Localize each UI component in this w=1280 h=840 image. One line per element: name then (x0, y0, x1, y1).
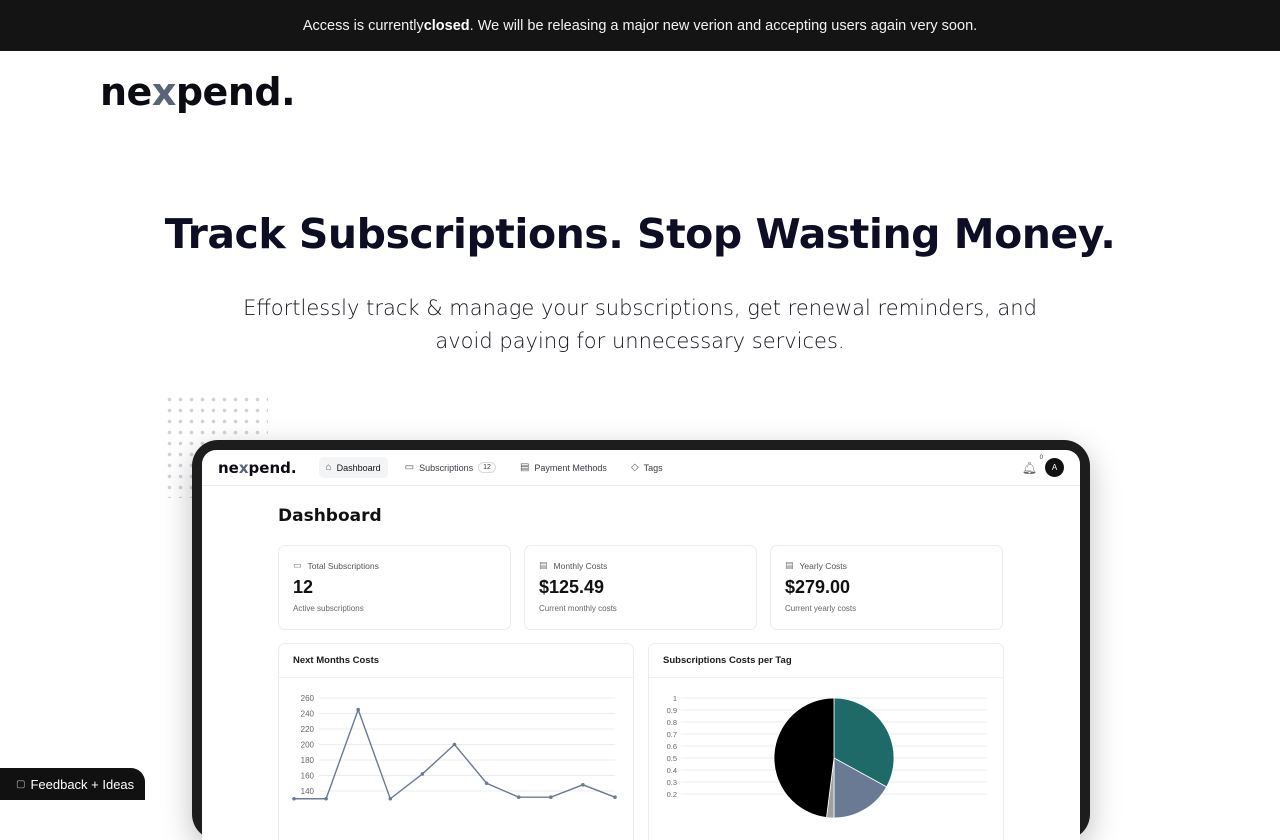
y-tick-label: 260 (301, 694, 315, 703)
logo-part: pend. (248, 458, 297, 477)
y-tick-label: 0.5 (667, 754, 677, 763)
hero-subtitle-line: avoid paying for unnecessary services. (435, 329, 845, 353)
data-point (420, 772, 425, 776)
stat-note: Active subscriptions (293, 604, 364, 613)
y-tick-label: 0.9 (667, 706, 677, 715)
logo-accent: x (238, 458, 249, 477)
feedback-button[interactable]: ▢ Feedback + Ideas (0, 768, 145, 800)
stat-value: $125.49 (539, 577, 605, 597)
stat-label: ▤ Monthly Costs (539, 560, 742, 571)
banner-text-bold: closed (423, 17, 470, 34)
data-point (292, 796, 296, 801)
y-tick-label: 160 (301, 772, 315, 781)
box-icon: ▭ (293, 560, 302, 570)
logo-part: ne (218, 458, 239, 477)
costs-per-tag-panel: Subscriptions Costs per Tag 1 0.9 0.8 0.7 0.… (648, 643, 1004, 840)
y-tick-label: 0.4 (667, 766, 677, 775)
hero-subtitle: Effortlessly track & manage your subscri… (240, 292, 1040, 358)
data-point (516, 795, 521, 799)
logo-part: ne (100, 70, 152, 114)
next-months-costs-panel: Next Months Costs 140 160 180 200 220 240 260 (278, 643, 634, 840)
y-tick-label: 220 (301, 725, 315, 734)
bell-icon[interactable]: 🔔︎ 0 (1022, 455, 1043, 475)
stat-value: 12 (293, 577, 314, 597)
stat-value: $279.00 (785, 577, 851, 597)
nav-label: Tags (643, 462, 663, 473)
avatar[interactable]: A (1045, 458, 1064, 477)
card-icon: ▤ (519, 462, 530, 473)
stat-label-text: Total Subscriptions (307, 560, 379, 571)
nav-item-payment-methods[interactable]: ▤ Payment Methods (513, 457, 614, 478)
y-tick-label: 240 (301, 710, 315, 719)
y-tick-label: 0.6 (667, 742, 677, 751)
stat-note: Current yearly costs (785, 604, 857, 613)
money-icon: ▤ (539, 560, 548, 570)
nav-item-subscriptions[interactable]: ▭ Subscriptions 12 (398, 457, 503, 478)
data-point (613, 795, 617, 799)
y-tick-label: 0.8 (667, 718, 677, 727)
y-tick-label: 0.2 (667, 790, 677, 799)
stat-label: ▤ Yearly Costs (785, 560, 988, 571)
line-chart: 140 160 180 200 220 240 260 (292, 694, 617, 801)
nav-item-tags[interactable]: ◇ Tags (624, 457, 670, 478)
tag-icon: ◇ (630, 462, 639, 473)
site-logo[interactable]: nexpend. (100, 70, 296, 114)
series-line (294, 707, 616, 800)
notification-count: 0 (1039, 454, 1043, 461)
data-point (484, 781, 489, 786)
stat-card-yearly-costs: ▤ Yearly Costs $279.00 Current yearly cos… (770, 545, 1003, 630)
stat-label: ▭ Total Subscriptions (293, 560, 496, 571)
nav-right-group: 🔔︎ 0 A (1022, 455, 1064, 477)
stat-label-text: Monthly Costs (553, 560, 608, 571)
app-navbar: nexpend. ⌂ Dashboard ▭ Subscriptions 12 … (202, 450, 1080, 486)
nav-label: Payment Methods (534, 462, 607, 473)
feedback-icon: ▢ (16, 778, 26, 790)
banner-text-post: . We will be releasing a major new verio… (469, 17, 978, 34)
feedback-label: Feedback + Ideas (30, 776, 135, 792)
money-icon: ▤ (785, 560, 794, 570)
device-mockup: nexpend. ⌂ Dashboard ▭ Subscriptions 12 … (192, 440, 1090, 840)
logo-accent: x (151, 70, 177, 114)
y-tick-label: 1 (673, 694, 677, 703)
panel-title: Next Months Costs (279, 644, 633, 678)
nav-label: Subscriptions (419, 462, 474, 473)
banner-text-pre: Access is currently (302, 17, 424, 34)
data-point (452, 742, 457, 747)
app-screenshot: nexpend. ⌂ Dashboard ▭ Subscriptions 12 … (202, 450, 1080, 840)
page-title: Dashboard (278, 506, 382, 526)
y-tick-label: 0.7 (667, 730, 677, 739)
home-icon: ⌂ (325, 462, 332, 473)
stat-label-text: Yearly Costs (799, 560, 847, 571)
nav-item-dashboard[interactable]: ⌂ Dashboard (318, 457, 388, 478)
announcement-banner: Access is currently closed . We will be … (0, 0, 1280, 51)
panel-title: Subscriptions Costs per Tag (649, 644, 1003, 678)
box-icon: ▭ (404, 462, 415, 473)
y-tick-label: 200 (301, 741, 315, 750)
data-point (581, 783, 585, 787)
y-tick-label: 0.3 (667, 778, 677, 787)
y-tick-label: 140 (301, 787, 315, 796)
pie-chart: 1 0.9 0.8 0.7 0.6 0.5 0.4 0.3 0.2 (667, 694, 987, 819)
subscriptions-count-badge: 12 (478, 462, 496, 473)
stat-note: Current monthly costs (539, 604, 617, 613)
data-point (549, 795, 553, 799)
logo-part: pend. (175, 70, 296, 114)
stat-card-monthly-costs: ▤ Monthly Costs $125.49 Current monthly c… (524, 545, 757, 630)
stat-card-total-subscriptions: ▭ Total Subscriptions 12 Active subscript… (278, 545, 511, 630)
y-tick-label: 180 (301, 756, 315, 765)
data-point (324, 796, 328, 801)
app-logo: nexpend. (218, 459, 297, 477)
data-point (388, 796, 393, 801)
hero-subtitle-line: Effortlessly track & manage your subscri… (243, 296, 1037, 320)
data-point (356, 707, 360, 712)
nav-label: Dashboard (336, 462, 381, 473)
hero-title: Track Subscriptions. Stop Wasting Money. (164, 210, 1116, 258)
